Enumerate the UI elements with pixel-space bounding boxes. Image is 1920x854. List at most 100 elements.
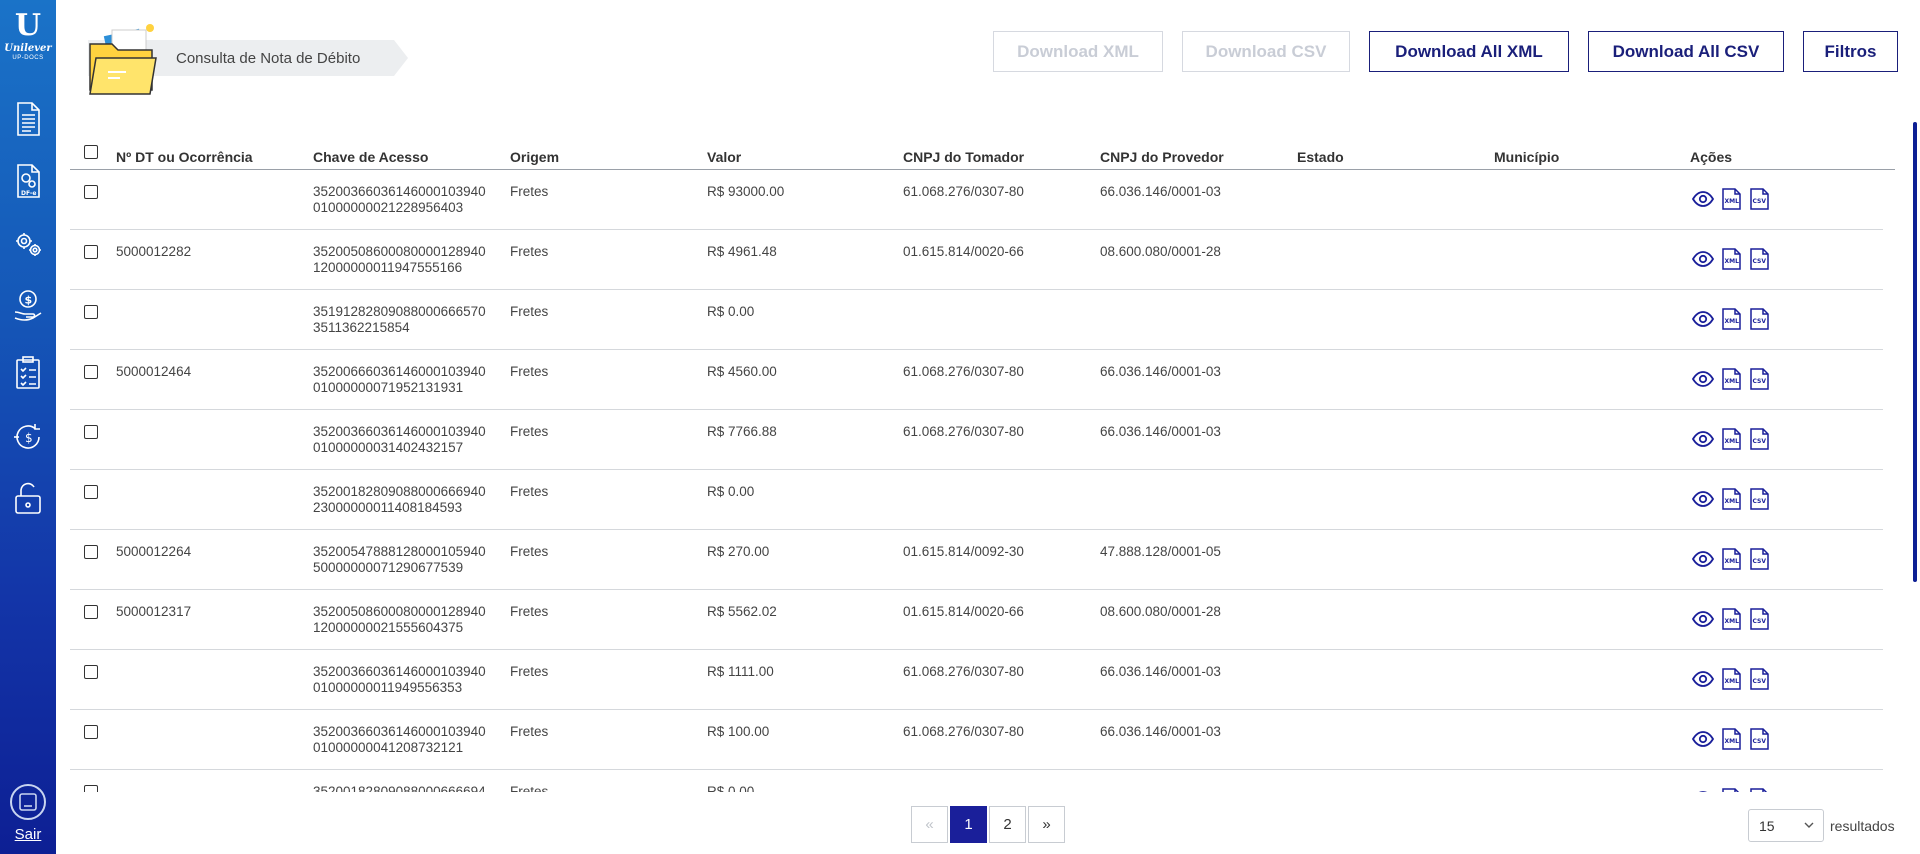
column-header-valor[interactable]: Valor: [707, 149, 741, 165]
gears-icon[interactable]: [12, 225, 44, 261]
view-icon[interactable]: [1691, 308, 1715, 330]
view-icon[interactable]: [1691, 728, 1715, 750]
cell-chave: 35200666036146000103940 01000000071952131…: [313, 364, 486, 396]
page-2-button[interactable]: 2: [989, 806, 1026, 843]
cell-valor: R$ 100.00: [707, 724, 770, 739]
svg-text:XML: XML: [1725, 318, 1740, 325]
cell-chave-line1: 35200366036146000103940: [313, 664, 486, 679]
csv-file-icon[interactable]: CSV: [1747, 788, 1771, 792]
column-header-dt[interactable]: Nº DT ou Ocorrência: [116, 149, 253, 165]
column-header-estado[interactable]: Estado: [1297, 149, 1344, 165]
scrollbar-thumb[interactable]: [1913, 122, 1917, 582]
row-checkbox[interactable]: [84, 545, 98, 559]
cell-chave-line2: 12000000011947555166: [313, 260, 463, 275]
csv-file-icon[interactable]: CSV: [1747, 668, 1771, 690]
csv-file-icon[interactable]: CSV: [1747, 728, 1771, 750]
csv-file-icon[interactable]: CSV: [1747, 308, 1771, 330]
folder-icon: [88, 22, 164, 96]
xml-file-icon[interactable]: XML: [1719, 188, 1743, 210]
money-hand-icon[interactable]: $: [12, 286, 44, 322]
per-page-value: 15: [1759, 818, 1775, 834]
row-actions: XML CSV: [1691, 488, 1771, 510]
unlock-icon[interactable]: [12, 480, 44, 516]
view-icon[interactable]: [1691, 368, 1715, 390]
refund-icon[interactable]: $: [12, 419, 44, 455]
per-page-select[interactable]: 15: [1748, 809, 1824, 842]
column-header-chave[interactable]: Chave de Acesso: [313, 149, 428, 165]
row-checkbox[interactable]: [84, 725, 98, 739]
view-icon[interactable]: [1691, 248, 1715, 270]
csv-file-icon[interactable]: CSV: [1747, 548, 1771, 570]
row-checkbox[interactable]: [84, 365, 98, 379]
view-icon[interactable]: [1691, 428, 1715, 450]
document-icon[interactable]: [12, 101, 44, 137]
xml-file-icon[interactable]: XML: [1719, 248, 1743, 270]
exit-icon[interactable]: [10, 784, 46, 820]
cell-valor: R$ 0.00: [707, 304, 755, 319]
csv-file-icon[interactable]: CSV: [1747, 188, 1771, 210]
dfe-settings-icon[interactable]: DF-e: [12, 163, 44, 199]
download-csv-button[interactable]: Download CSV: [1182, 31, 1350, 72]
view-icon[interactable]: [1691, 788, 1715, 792]
view-icon[interactable]: [1691, 668, 1715, 690]
cell-chave-line1: 35200547888128000105940: [313, 544, 486, 559]
csv-file-icon[interactable]: CSV: [1747, 368, 1771, 390]
download-xml-button[interactable]: Download XML: [993, 31, 1163, 72]
column-header-acoes: Ações: [1690, 149, 1733, 165]
xml-file-icon[interactable]: XML: [1719, 728, 1743, 750]
cell-valor: R$ 0.00: [707, 484, 755, 499]
xml-file-icon[interactable]: XML: [1719, 608, 1743, 630]
download-all-csv-button[interactable]: Download All CSV: [1588, 31, 1784, 72]
select-all-checkbox[interactable]: [84, 145, 98, 159]
cell-chave: 35200366036146000103940 01000000041208732…: [313, 724, 486, 756]
download-all-xml-button[interactable]: Download All XML: [1369, 31, 1569, 72]
cell-origem: Fretes: [510, 424, 549, 439]
svg-text:XML: XML: [1725, 558, 1740, 565]
csv-file-icon[interactable]: CSV: [1747, 248, 1771, 270]
view-icon[interactable]: [1691, 608, 1715, 630]
filters-button[interactable]: Filtros: [1803, 31, 1898, 72]
row-checkbox[interactable]: [84, 485, 98, 499]
next-page-button[interactable]: »: [1028, 806, 1065, 843]
exit-link[interactable]: Sair: [0, 826, 56, 843]
row-actions: XML CSV: [1691, 308, 1771, 330]
checklist-icon[interactable]: [12, 355, 44, 391]
cell-chave-line1: 35200508600080000128940: [313, 244, 486, 259]
column-header-tomador[interactable]: CNPJ do Tomador: [903, 149, 1024, 165]
cell-origem: Fretes: [510, 364, 549, 379]
csv-file-icon[interactable]: CSV: [1747, 488, 1771, 510]
svg-text:$: $: [25, 431, 33, 445]
row-checkbox[interactable]: [84, 605, 98, 619]
column-header-origem[interactable]: Origem: [510, 149, 559, 165]
column-header-municipio[interactable]: Município: [1494, 149, 1559, 165]
xml-file-icon[interactable]: XML: [1719, 788, 1743, 792]
cell-chave: 35191282809088000666570 3511362215854: [313, 304, 486, 336]
xml-file-icon[interactable]: XML: [1719, 548, 1743, 570]
csv-file-icon[interactable]: CSV: [1747, 428, 1771, 450]
row-checkbox[interactable]: [84, 665, 98, 679]
logo-sub: UP-DOCS: [12, 55, 44, 61]
column-header-provedor[interactable]: CNPJ do Provedor: [1100, 149, 1224, 165]
cell-valor: R$ 1111.00: [707, 664, 774, 679]
xml-file-icon[interactable]: XML: [1719, 428, 1743, 450]
row-checkbox[interactable]: [84, 785, 98, 792]
xml-file-icon[interactable]: XML: [1719, 368, 1743, 390]
cell-tomador: 61.068.276/0307-80: [903, 724, 1024, 739]
view-icon[interactable]: [1691, 488, 1715, 510]
cell-origem: Fretes: [510, 544, 549, 559]
page-1-button[interactable]: 1: [950, 806, 987, 843]
xml-file-icon[interactable]: XML: [1719, 308, 1743, 330]
view-icon[interactable]: [1691, 548, 1715, 570]
row-checkbox[interactable]: [84, 245, 98, 259]
row-checkbox[interactable]: [84, 185, 98, 199]
cell-provedor: 66.036.146/0001-03: [1100, 424, 1221, 439]
prev-page-button[interactable]: «: [911, 806, 948, 843]
view-icon[interactable]: [1691, 188, 1715, 210]
xml-file-icon[interactable]: XML: [1719, 668, 1743, 690]
row-checkbox[interactable]: [84, 425, 98, 439]
table-row: 35200366036146000103940 01000000011949556…: [70, 650, 1883, 710]
row-checkbox[interactable]: [84, 305, 98, 319]
xml-file-icon[interactable]: XML: [1719, 488, 1743, 510]
csv-file-icon[interactable]: CSV: [1747, 608, 1771, 630]
cell-chave-line2: 3511362215854: [313, 320, 410, 335]
